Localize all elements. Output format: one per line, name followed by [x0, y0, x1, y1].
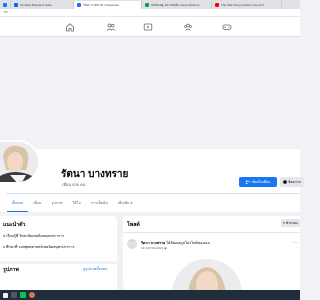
posts-title: โพสต์	[127, 222, 140, 228]
globe-icon: ◉	[164, 246, 167, 250]
facebook-favicon-icon	[3, 3, 7, 7]
tab-label: The Well Song (Nothin' Into a) P	[221, 3, 264, 7]
tab-videos[interactable]: วิดีโอ	[67, 194, 85, 212]
tab-label: รัตนา บางทราย | Facebook	[83, 2, 119, 7]
browser-tab[interactable]: ขอร้องอยู่ Job ของฉัน (Joint Mt-Zone	[142, 1, 212, 9]
photos-title: รูปภาพ	[3, 267, 19, 273]
cover-photo-area	[0, 37, 300, 149]
profile-name: รัตนา บางทราย	[61, 169, 129, 180]
browser-tab[interactable]: (6) Meta Business Suite	[11, 1, 74, 9]
add-friend-button[interactable]: เพิ่มเป็นเพื่อน	[239, 177, 277, 187]
post-author-avatar[interactable]	[127, 239, 137, 249]
home-icon[interactable]	[65, 22, 75, 32]
address-text: ฯลฯ	[3, 10, 9, 14]
post-author-name[interactable]: รัตนา บางทราย	[141, 241, 165, 245]
browser-tab-strip: (6) Meta Business Suite รัตนา บางทราย | …	[0, 0, 300, 9]
filter-button[interactable]: ≡ ตัวกรอง	[281, 219, 300, 227]
groups-icon[interactable]	[183, 22, 193, 32]
tab-all[interactable]: ทั้งหมด	[7, 194, 29, 212]
message-label: ข้อความ	[288, 179, 301, 184]
message-button[interactable]: ข้อความ	[280, 177, 304, 187]
facebook-top-nav	[0, 17, 300, 37]
browser-tab[interactable]: The Well Song (Nothin' Into a) P	[212, 1, 282, 9]
tab-friends[interactable]: เพื่อน	[28, 194, 46, 212]
browser-tab-active[interactable]: รัตนา บางทราย | Facebook	[74, 1, 142, 9]
youtube-favicon-icon	[215, 3, 219, 7]
facebook-favicon-icon	[77, 3, 81, 7]
windows-icon[interactable]	[3, 292, 8, 298]
add-friend-label: เพิ่มเป็นเพื่อน	[251, 179, 271, 184]
post-date-text: 14 เมษายน 2021	[141, 246, 164, 250]
filter-icon: ≡	[283, 221, 285, 225]
line-app-icon[interactable]	[20, 292, 26, 298]
friends-icon[interactable]	[106, 22, 116, 32]
tab-more-label: เพิ่มเติม	[117, 201, 130, 205]
post-options-icon[interactable]: ···	[292, 240, 297, 246]
intro-line-1-text: เรียนรู้ที่ วิทยาลัยเทคนิคสมุทรปราการ	[6, 234, 65, 238]
chrome-icon[interactable]	[29, 292, 35, 298]
meta-favicon-icon	[14, 3, 18, 7]
see-all-photos-link[interactable]: ดูรูปภาพทั้งหมด	[83, 266, 108, 272]
intro-line-2-text: ศึกษาที่ รอสพุทธศาสตร์เทคนิคสมุทรปราการ	[6, 245, 75, 249]
tab-checkins[interactable]: การเช็คอิน	[86, 194, 113, 212]
tab-label: (6) Meta Business Suite	[20, 3, 52, 7]
post-date[interactable]: 14 เมษายน 2021 ◉	[141, 246, 167, 251]
address-bar[interactable]: ฯลฯ	[0, 9, 300, 17]
posts-divider	[123, 232, 300, 233]
tab-photos[interactable]: รูปภาพ	[46, 194, 67, 212]
profile-tabs: ทั้งหมด เพื่อน รูปภาพ วิดีโอ การเช็คอิน …	[0, 194, 300, 212]
friends-count[interactable]: เพื่อน 636 คน	[62, 181, 85, 188]
add-friend-icon	[245, 180, 251, 184]
windows-taskbar	[0, 290, 300, 300]
intro-title: แนะนำตัว	[3, 222, 26, 228]
tab-more[interactable]: เพิ่มเติม ▾	[113, 194, 138, 212]
chevron-down-icon: ▾	[130, 201, 133, 205]
post-action-text: ได้อัพเดตรูปโปรไฟล์ของเธอ	[166, 241, 210, 245]
intro-study-line: ■ ศึกษาที่ รอสพุทธศาสตร์เทคนิคสมุทรปรากา…	[3, 244, 74, 250]
filter-label: ตัวกรอง	[285, 220, 298, 225]
messenger-icon	[283, 180, 287, 184]
browser-tab[interactable]	[0, 1, 11, 9]
tab-label: ขอร้องอยู่ Job ของฉัน (Joint Mt-Zone	[151, 2, 200, 7]
watch-icon[interactable]	[143, 22, 153, 32]
search-icon[interactable]	[11, 292, 17, 298]
intro-education-line: ■ เรียนรู้ที่ วิทยาลัยเทคนิคสมุทรปราการ	[3, 233, 64, 239]
gaming-icon[interactable]	[222, 22, 232, 32]
sheets-favicon-icon	[145, 3, 149, 7]
